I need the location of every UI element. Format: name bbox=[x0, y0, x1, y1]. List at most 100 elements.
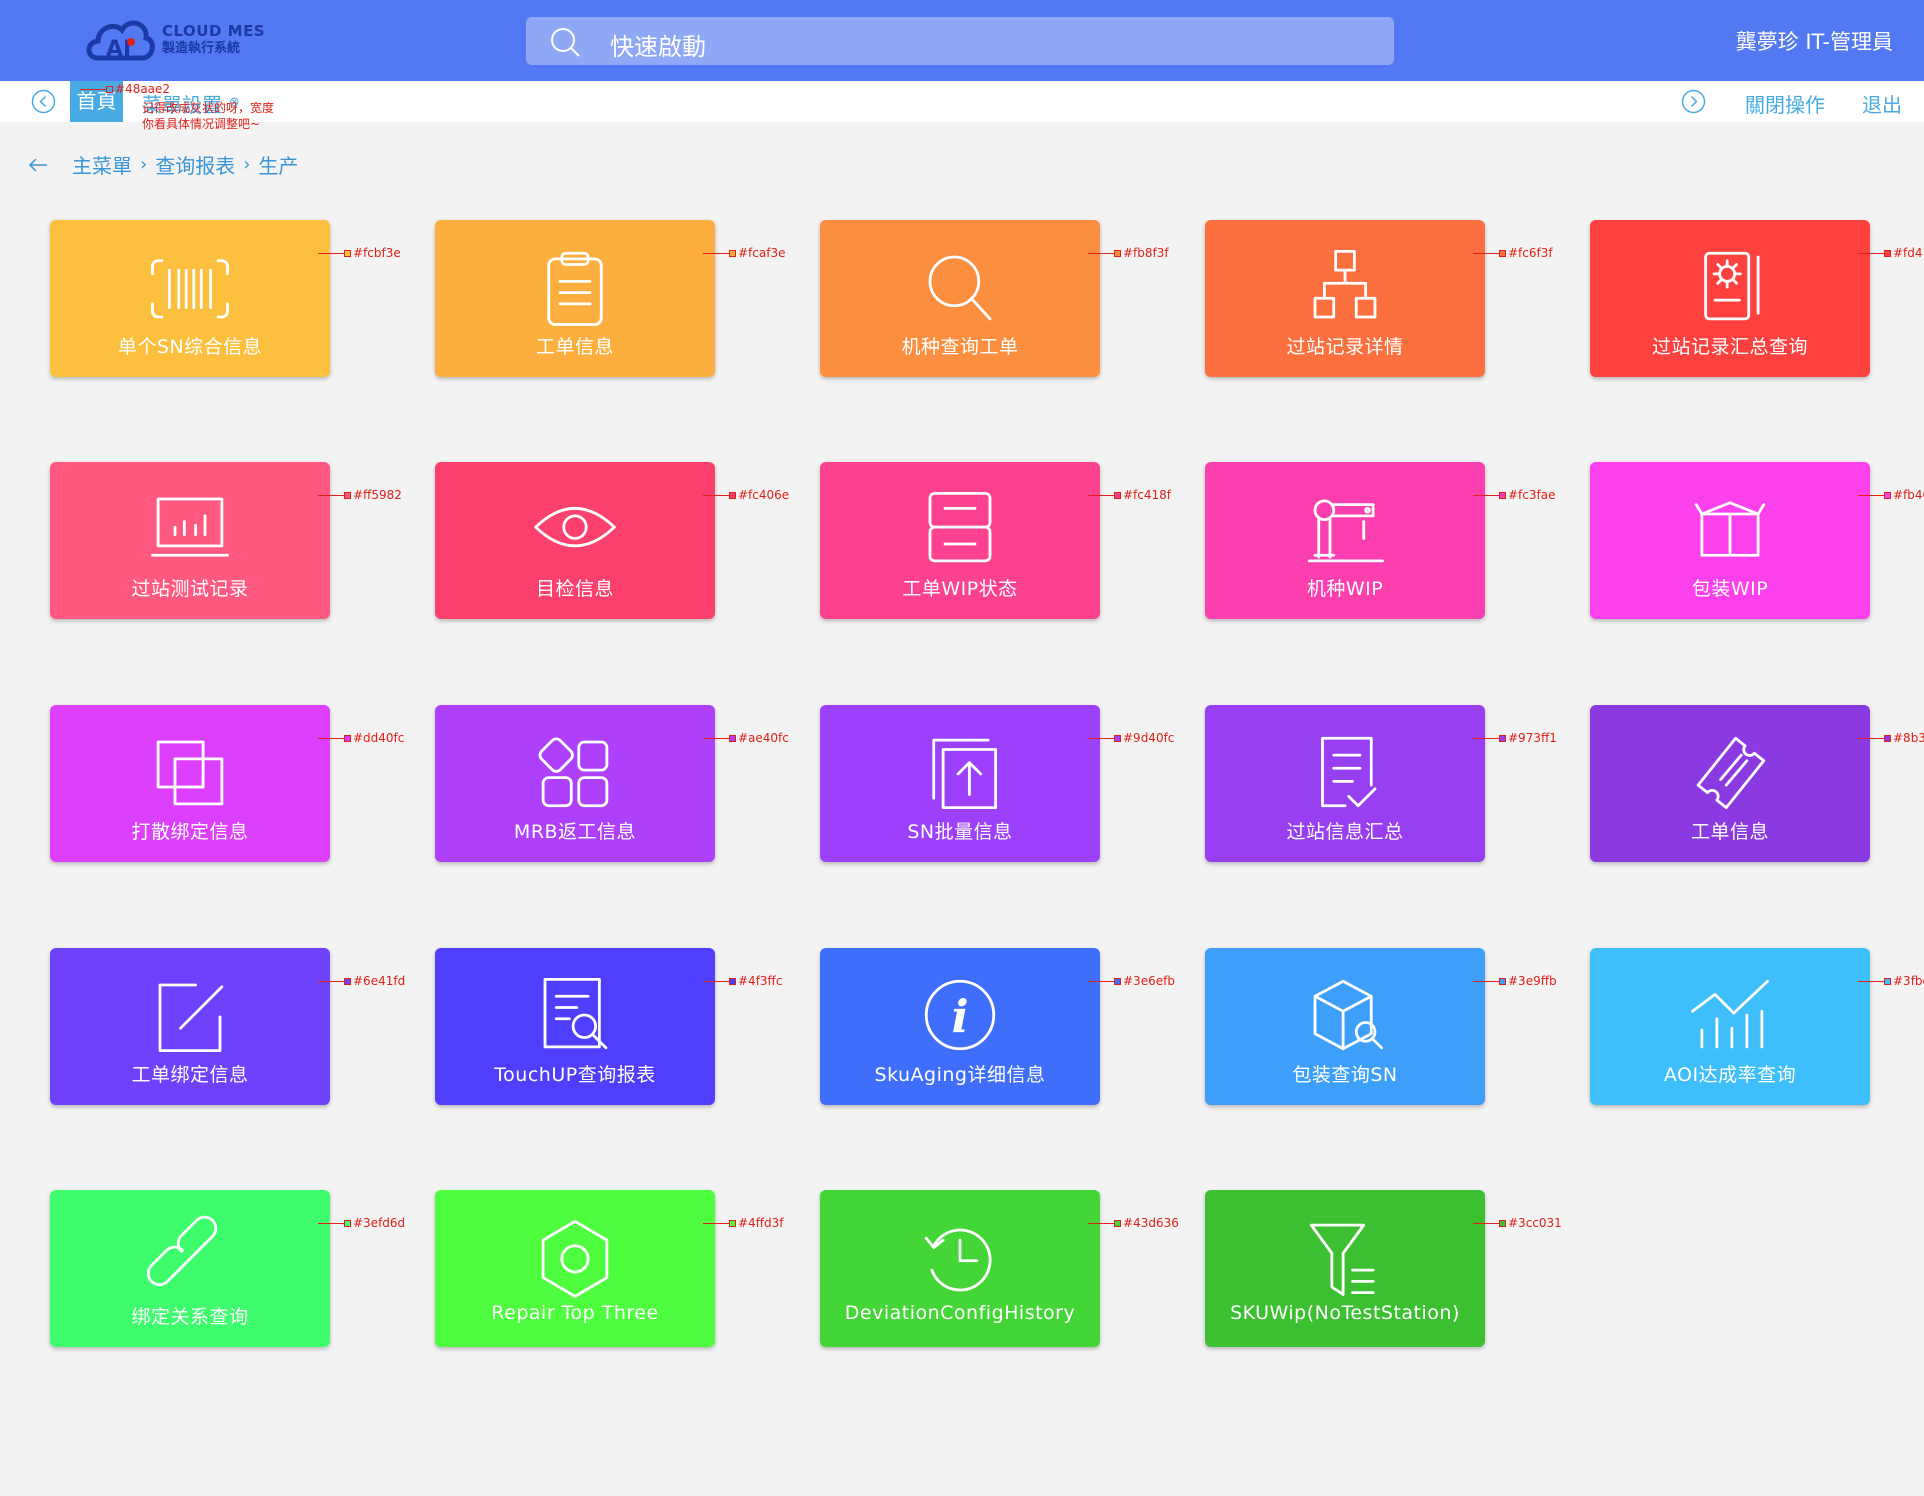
annotation-color-code: #ae40fc bbox=[729, 731, 789, 745]
chevron-right-icon: › bbox=[140, 154, 148, 175]
report-tile[interactable]: 过站记录详情 bbox=[1205, 220, 1485, 377]
color-swatch bbox=[1884, 492, 1891, 499]
annotation-text: #fc418f bbox=[1123, 488, 1172, 502]
search-icon bbox=[551, 28, 580, 57]
annotation-text: #fb40ec bbox=[1893, 488, 1924, 502]
annotation-color-code: #4ffd3f bbox=[729, 1216, 783, 1230]
tile-label: 打散绑定信息 bbox=[131, 821, 249, 843]
color-swatch bbox=[729, 735, 736, 742]
tile-label: 包装查询SN bbox=[1292, 1064, 1398, 1086]
robot-arm-icon bbox=[1205, 484, 1485, 574]
annotation-line bbox=[1088, 1223, 1114, 1224]
color-swatch bbox=[344, 978, 351, 985]
report-tile[interactable]: 包装查询SN bbox=[1205, 948, 1485, 1105]
annotation-color-code: #6e41fd bbox=[344, 974, 405, 988]
report-tile[interactable]: i SkuAging详细信息 bbox=[820, 948, 1100, 1105]
logo[interactable]: AI CLOUD MES 製造執行系統 bbox=[84, 12, 265, 68]
annotation-line bbox=[1858, 981, 1884, 982]
report-tile[interactable]: 包装WIP bbox=[1590, 462, 1870, 619]
annotation-color-code: #43d636 bbox=[1114, 1216, 1179, 1230]
report-tile[interactable]: 单个SN综合信息 bbox=[50, 220, 330, 377]
color-swatch bbox=[344, 492, 351, 499]
report-tile[interactable]: 工单信息 bbox=[435, 220, 715, 377]
open-box-icon bbox=[1590, 484, 1870, 574]
annotation-line bbox=[1088, 738, 1114, 739]
tile-label: AOI达成率查询 bbox=[1663, 1064, 1797, 1086]
annotation-color-code: #3fbefc bbox=[1884, 974, 1924, 988]
annotation-line bbox=[318, 495, 344, 496]
report-tile[interactable]: 机种查询工单 bbox=[820, 220, 1100, 377]
logout-button[interactable]: 退出 bbox=[1862, 89, 1902, 118]
ticket-icon bbox=[1590, 727, 1870, 817]
info-icon: i bbox=[820, 970, 1100, 1060]
scroll-right-icon[interactable] bbox=[1681, 89, 1706, 114]
report-tile[interactable]: TouchUP查询报表 bbox=[435, 948, 715, 1105]
back-arrow-icon[interactable] bbox=[28, 155, 48, 175]
report-tile[interactable]: 绑定关系查询 bbox=[50, 1190, 330, 1347]
annotation-line bbox=[1088, 253, 1114, 254]
report-tile[interactable]: DeviationConfigHistory bbox=[820, 1190, 1100, 1347]
tile-label: 过站记录汇总查询 bbox=[1651, 336, 1808, 358]
color-swatch bbox=[1499, 492, 1506, 499]
annotation-text: #ae40fc bbox=[738, 731, 789, 745]
report-tile[interactable]: SKUWip(NoTestStation) bbox=[1205, 1190, 1485, 1347]
breadcrumb: 主菜單 › 查询报表 › 生产 bbox=[28, 150, 298, 179]
color-swatch bbox=[1499, 735, 1506, 742]
color-swatch bbox=[1114, 492, 1121, 499]
color-swatch bbox=[344, 1220, 351, 1227]
annotation-color-code: #dd40fc bbox=[344, 731, 404, 745]
annotation-text: #3cc031 bbox=[1508, 1216, 1562, 1230]
breadcrumb-query-report[interactable]: 查询报表 bbox=[155, 150, 235, 179]
report-tile[interactable]: 目检信息 bbox=[435, 462, 715, 619]
search-placeholder: 快速啟動 bbox=[610, 33, 706, 61]
annotation-home-color: #48aae2 bbox=[106, 82, 170, 96]
report-tile[interactable]: AOI达成率查询 bbox=[1590, 948, 1870, 1105]
report-tile[interactable]: Repair Top Three bbox=[435, 1190, 715, 1347]
logo-subtitle: 製造執行系統 bbox=[162, 41, 241, 56]
tile-label: SKUWip(NoTestStation) bbox=[1230, 1302, 1460, 1324]
annotation-line bbox=[80, 89, 108, 90]
color-swatch bbox=[344, 735, 351, 742]
cloud-logo-icon: AI bbox=[86, 20, 155, 62]
report-tile[interactable]: 工单绑定信息 bbox=[50, 948, 330, 1105]
report-tile[interactable]: 机种WIP bbox=[1205, 462, 1485, 619]
breadcrumb-production: 生产 bbox=[258, 154, 299, 178]
report-tile[interactable]: 过站记录汇总查询 bbox=[1590, 220, 1870, 377]
user-info[interactable]: 龔夢珍 IT-管理員 bbox=[1736, 26, 1893, 56]
report-tile[interactable]: MRB返工信息 bbox=[435, 705, 715, 862]
report-tile[interactable]: 打散绑定信息 bbox=[50, 705, 330, 862]
close-operations-button[interactable]: 關閉操作 bbox=[1745, 89, 1825, 118]
annotation-color-code: #fd413f bbox=[1884, 246, 1924, 260]
report-tile[interactable]: 过站信息汇总 bbox=[1205, 705, 1485, 862]
trend-chart-icon bbox=[1590, 970, 1870, 1060]
tile-label: 目检信息 bbox=[535, 578, 614, 600]
annotation-text: #3e6efb bbox=[1123, 974, 1175, 988]
tile-label: 过站信息汇总 bbox=[1286, 821, 1404, 843]
quick-launch-search[interactable]: 快速啟動 bbox=[526, 17, 1394, 65]
copy-icon bbox=[50, 727, 330, 817]
apps-grid-icon bbox=[435, 727, 715, 817]
annotation-line bbox=[318, 1223, 344, 1224]
clipboard-icon bbox=[435, 242, 715, 332]
report-tile[interactable]: 工单WIP状态 bbox=[820, 462, 1100, 619]
annotation-color-code: #fc6f3f bbox=[1499, 246, 1553, 260]
color-swatch bbox=[344, 250, 351, 257]
annotation-line bbox=[318, 738, 344, 739]
annotation-line bbox=[318, 253, 344, 254]
report-tile[interactable]: 过站测试记录 bbox=[50, 462, 330, 619]
tile-label: 过站记录详情 bbox=[1286, 336, 1404, 358]
annotation-color-code: #9d40fc bbox=[1114, 731, 1174, 745]
report-tile[interactable]: 工单信息 bbox=[1590, 705, 1870, 862]
annotation-line bbox=[1858, 738, 1884, 739]
annotation-note-2: 你看具体情况调整吧~ bbox=[142, 117, 261, 131]
scroll-left-icon[interactable] bbox=[31, 89, 56, 114]
link-icon bbox=[50, 1212, 330, 1302]
tile-label: SN批量信息 bbox=[907, 821, 1013, 843]
report-tile[interactable]: SN批量信息 bbox=[820, 705, 1100, 862]
color-swatch bbox=[1884, 735, 1891, 742]
tile-label: 单个SN综合信息 bbox=[117, 336, 263, 358]
annotation-line bbox=[1473, 738, 1499, 739]
annotation-line bbox=[1858, 495, 1884, 496]
breadcrumb-main-menu[interactable]: 主菜單 bbox=[72, 150, 132, 179]
annotation-color-code: #ff5982 bbox=[344, 488, 402, 502]
